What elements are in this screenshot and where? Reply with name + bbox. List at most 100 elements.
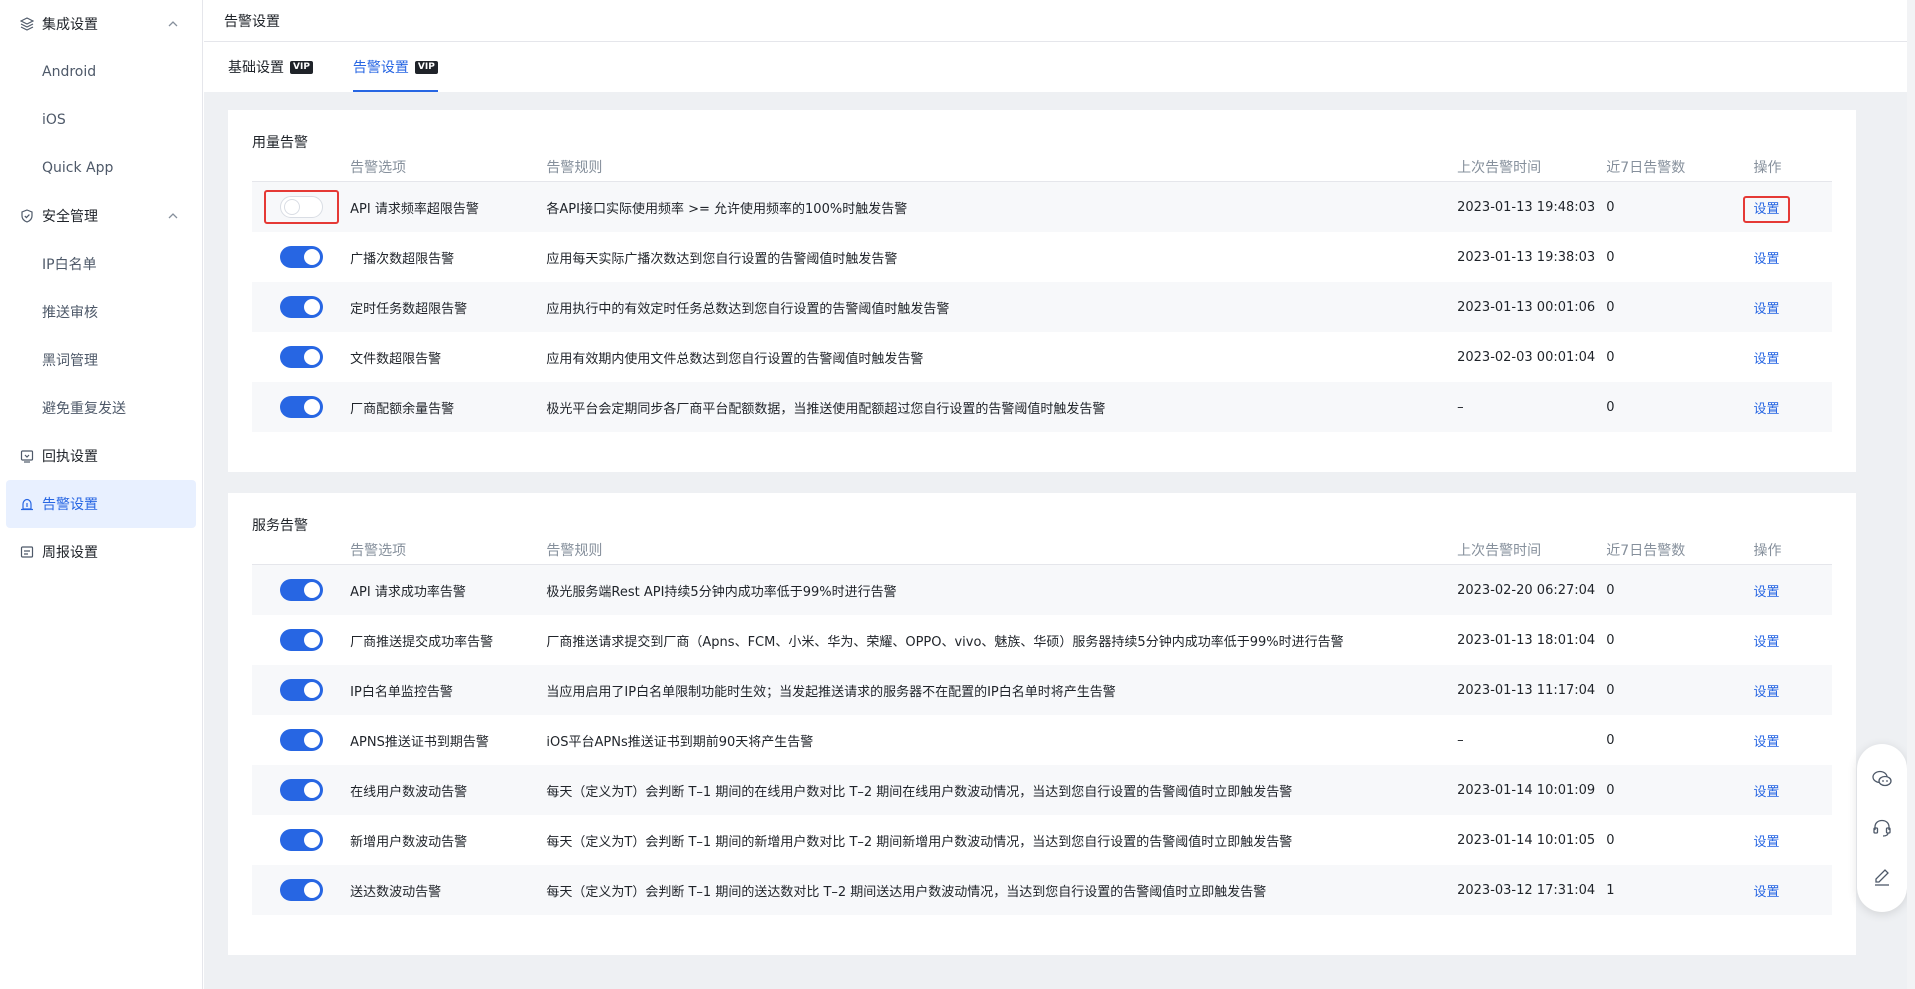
sidebar-item-android[interactable]: Android [0, 48, 202, 96]
last-alert-time: 2023-03-12 17:31:04 [1457, 882, 1596, 898]
last-alert-time: – [1457, 399, 1464, 415]
alert-rule: 应用有效期内使用文件总数达到您自行设置的告警阈值时触发告警 [546, 351, 924, 367]
settings-link[interactable]: 设置 [1753, 735, 1779, 750]
edit-icon[interactable] [1871, 866, 1893, 888]
layers-icon [20, 17, 34, 31]
alert-toggle[interactable] [279, 729, 323, 751]
alert-toggle[interactable] [279, 779, 323, 801]
tab-bar: 基础设置 VIP 告警设置 VIP [204, 42, 1915, 92]
settings-link[interactable]: 设置 [1753, 835, 1779, 850]
alert-name: APNS推送证书到期告警 [350, 734, 489, 750]
settings-link[interactable]: 设置 [1753, 885, 1779, 900]
alert-name: 在线用户数波动告警 [350, 784, 468, 800]
alert-rule: 每天（定义为T）会判断 T–1 期间的送达数对比 T–2 期间送达用户数波动情况… [546, 884, 1267, 900]
last-alert-time: 2023-01-14 10:01:05 [1457, 832, 1596, 848]
alert-toggle[interactable] [279, 829, 323, 851]
toggle-wrapper [263, 190, 339, 224]
settings-link[interactable]: 设置 [1753, 352, 1779, 367]
last-alert-time: 2023-01-14 10:01:09 [1457, 782, 1596, 798]
alert-name: 定时任务数超限告警 [350, 301, 468, 317]
sidebar-item-quick-app[interactable]: Quick App [0, 144, 202, 192]
alert-rule: 应用执行中的有效定时任务总数达到您自行设置的告警阈值时触发告警 [546, 301, 950, 317]
header-rule: 告警规则 [546, 542, 603, 559]
alert-count-7d: 0 [1606, 249, 1615, 265]
sidebar-item-weekly[interactable]: 周报设置 [0, 528, 202, 576]
tab-basic-settings[interactable]: 基础设置 VIP [228, 42, 313, 92]
alert-toggle[interactable] [279, 196, 323, 218]
scrollbar[interactable] [1907, 0, 1915, 989]
alert-count-7d: 0 [1606, 582, 1615, 598]
settings-link[interactable]: 设置 [1753, 402, 1779, 417]
table-row: 新增用户数波动告警 每天（定义为T）会判断 T–1 期间的新增用户数对比 T–2 … [252, 815, 1832, 865]
alert-name: 新增用户数波动告警 [350, 834, 468, 850]
wechat-icon[interactable] [1871, 768, 1893, 790]
sidebar-group-security[interactable]: 安全管理 [0, 192, 202, 240]
settings-link[interactable]: 设置 [1743, 195, 1790, 223]
alert-rule: 每天（定义为T）会判断 T–1 期间的新增用户数对比 T–2 期间新增用户数波动… [546, 834, 1293, 850]
settings-link[interactable]: 设置 [1753, 635, 1779, 650]
alert-name: IP白名单监控告警 [350, 684, 453, 700]
vip-badge: VIP [414, 60, 438, 74]
alert-toggle[interactable] [279, 396, 323, 418]
settings-link[interactable]: 设置 [1753, 585, 1779, 600]
sidebar-group-integration[interactable]: 集成设置 [0, 0, 202, 48]
alert-rule: 各API接口实际使用频率 >= 允许使用频率的100%时触发告警 [546, 201, 908, 217]
table-row: 厂商配额余量告警 极光平台会定期同步各厂商平台配额数据，当推送使用配额超过您自行设… [252, 382, 1832, 432]
toggle-wrapper [279, 679, 323, 701]
alert-rule: 极光平台会定期同步各厂商平台配额数据，当推送使用配额超过您自行设置的告警阈值时触… [546, 401, 1106, 417]
alert-count-7d: 0 [1606, 682, 1615, 698]
tab-alert-settings[interactable]: 告警设置 VIP [352, 42, 438, 92]
alert-toggle[interactable] [279, 629, 323, 651]
settings-link[interactable]: 设置 [1753, 785, 1779, 800]
settings-link[interactable]: 设置 [1753, 302, 1779, 317]
toggle-wrapper [279, 396, 323, 418]
sidebar-group-label: 集成设置 [42, 17, 98, 33]
sidebar-item-dedup[interactable]: 避免重复发送 [0, 384, 202, 432]
table-row: 定时任务数超限告警 应用执行中的有效定时任务总数达到您自行设置的告警阈值时触发告警… [252, 282, 1832, 332]
sidebar-item-alert[interactable]: 告警设置 [6, 480, 196, 528]
alert-toggle[interactable] [279, 679, 323, 701]
sidebar-item-ios[interactable]: iOS [0, 96, 202, 144]
table-row: IP白名单监控告警 当应用启用了IP白名单限制功能时生效；当发起推送请求的服务器不… [252, 665, 1832, 715]
table-row: 文件数超限告警 应用有效期内使用文件总数达到您自行设置的告警阈值时触发告警 2023… [252, 332, 1832, 382]
sidebar-item-push-review[interactable]: 推送审核 [0, 288, 202, 336]
settings-link[interactable]: 设置 [1753, 252, 1779, 267]
last-alert-time: 2023-02-20 06:27:04 [1457, 582, 1596, 598]
sidebar-group-label: 安全管理 [42, 209, 98, 225]
alarm-icon [20, 497, 34, 511]
toggle-wrapper [279, 579, 323, 601]
toggle-wrapper [279, 246, 323, 268]
last-alert-time: 2023-02-03 00:01:04 [1457, 349, 1596, 365]
sidebar-item-blacklist-words[interactable]: 黑词管理 [0, 336, 202, 384]
alert-count-7d: 1 [1606, 882, 1615, 898]
table-header: 告警选项 告警规则 上次告警时间 近7日告警数 操作 [252, 152, 1832, 182]
alert-rule: 每天（定义为T）会判断 T–1 期间的在线用户数对比 T–2 期间在线用户数波动… [546, 784, 1293, 800]
alert-toggle[interactable] [279, 296, 323, 318]
toggle-wrapper [279, 829, 323, 851]
sidebar-item-label: 周报设置 [42, 545, 98, 561]
alert-toggle[interactable] [279, 579, 323, 601]
alert-toggle[interactable] [279, 246, 323, 268]
headset-icon[interactable] [1871, 817, 1893, 839]
tab-label: 告警设置 [352, 60, 409, 76]
sidebar-item-receipt[interactable]: 回执设置 [0, 432, 202, 480]
alert-count-7d: 0 [1606, 349, 1615, 365]
alert-rule: 当应用启用了IP白名单限制功能时生效；当发起推送请求的服务器不在配置的IP白名单… [546, 684, 1116, 700]
header-count7: 近7日告警数 [1606, 159, 1686, 176]
alert-name: 送达数波动告警 [350, 884, 442, 900]
sidebar: 集成设置 Android iOS Quick App 安全管理 IP白名单 推送… [0, 0, 203, 989]
alert-name: 广播次数超限告警 [350, 251, 455, 267]
page-title: 告警设置 [204, 0, 1915, 42]
alert-toggle[interactable] [279, 879, 323, 901]
sidebar-item-ip-whitelist[interactable]: IP白名单 [0, 240, 202, 288]
last-alert-time: 2023-01-13 19:48:03 [1457, 199, 1596, 215]
table-row: APNS推送证书到期告警 iOS平台APNs推送证书到期前90天将产生告警 – 0 设置 [252, 715, 1832, 765]
settings-link[interactable]: 设置 [1753, 685, 1779, 700]
service-alert-card: 服务告警 告警选项 告警规则 上次告警时间 近7日告警数 操作 API 请求成功… [228, 493, 1856, 955]
header-op: 操作 [1753, 159, 1782, 176]
table-row: API 请求成功率告警 极光服务端Rest API持续5分钟内成功率低于99%时进… [252, 565, 1832, 615]
toggle-wrapper [279, 296, 323, 318]
main-content: 告警设置 基础设置 VIP 告警设置 VIP 用量告警 告警选项 告警规则 上次… [204, 0, 1915, 989]
alert-rule: iOS平台APNs推送证书到期前90天将产生告警 [546, 734, 814, 750]
alert-toggle[interactable] [279, 346, 323, 368]
